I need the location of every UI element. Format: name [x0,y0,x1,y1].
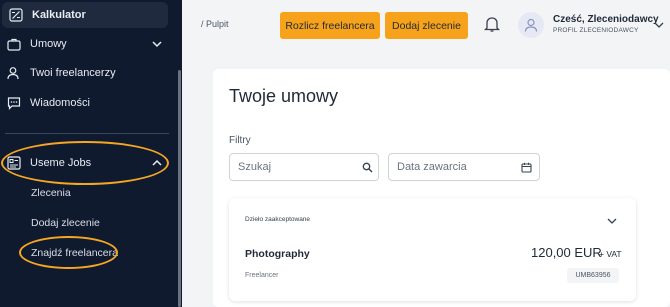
contract-status: Dzieło zaakceptowane [245,216,311,223]
calculator-icon [9,8,23,22]
contract-price: 120,00 EUR [531,245,602,260]
filters-label: Filtry [229,135,251,146]
sidebar-subitem-orders[interactable]: Zlecenia [31,187,71,199]
contract-id-badge: UMB63956 [567,268,619,283]
search-placeholder: Szukaj [238,161,272,173]
highlight-ellipse-jobs [1,141,169,185]
sidebar-item-label: Umowy [30,38,67,50]
bell-icon[interactable] [484,15,500,33]
user-profile-type: PROFIL ZLECENIODAWCY [553,27,639,34]
sidebar-divider [5,133,169,134]
date-placeholder: Data zawarcia [397,161,467,173]
settle-freelancer-button[interactable]: Rozlicz freelancera [280,12,380,39]
briefcase-icon [7,38,21,51]
sidebar: Kalkulator Umowy Twoi freelancerzy Wiado… [0,0,182,307]
sidebar-item-calculator[interactable]: Kalkulator [2,2,168,28]
sidebar-item-contracts[interactable]: Umowy [0,31,170,57]
avatar[interactable] [518,12,544,38]
calendar-icon[interactable] [521,162,532,173]
sidebar-item-label: Kalkulator [32,9,86,21]
user-icon [524,18,538,32]
sidebar-item-label: Twoi freelancerzy [30,67,116,79]
sidebar-scrollbar-thumb[interactable] [178,70,181,307]
sidebar-subitem-add-order[interactable]: Dodaj zlecenie [31,217,100,229]
chevron-down-icon[interactable] [607,217,617,225]
chat-icon [7,97,21,110]
breadcrumb[interactable]: / Pulpit [201,19,229,29]
contract-title: Photography [245,248,310,260]
page-title: Twoje umowy [229,86,339,106]
search-icon[interactable] [362,162,373,173]
chevron-down-icon[interactable] [152,39,162,49]
highlight-ellipse-find-freelancer [19,236,118,269]
sidebar-item-label: Wiadomości [30,97,90,109]
people-icon [7,67,19,80]
date-filter-input[interactable]: Data zawarcia [388,153,540,181]
sidebar-item-freelancers[interactable]: Twoi freelancerzy [0,60,170,86]
contract-role: Freelancer [245,272,279,279]
chevron-down-icon[interactable] [654,21,664,29]
sidebar-item-messages[interactable]: Wiadomości [0,90,170,116]
add-order-button[interactable]: Dodaj zlecenie [385,12,468,39]
contract-vat: + VAT [599,249,622,259]
user-greeting[interactable]: Cześć, Zleceniodawcy [553,14,659,25]
search-input[interactable]: Szukaj [229,153,379,181]
